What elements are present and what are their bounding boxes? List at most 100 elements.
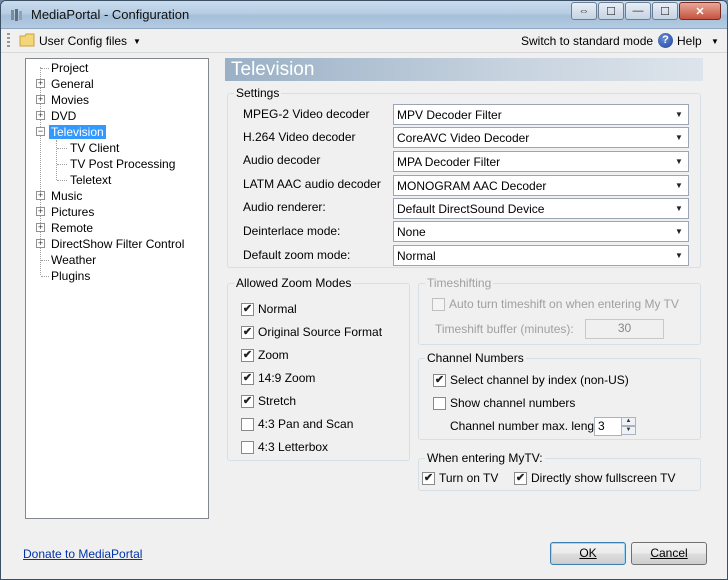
tree-item-tv-client[interactable]: TV Client	[70, 140, 119, 156]
tree-item-label: Teletext	[70, 173, 112, 187]
expand-icon[interactable]: +	[36, 95, 45, 104]
checkbox-fullscreen-tv[interactable]: ✔	[514, 472, 527, 485]
maximize-button[interactable]: ☐	[652, 2, 678, 20]
turn-on-tv-label: Turn on TV	[439, 471, 499, 485]
checkbox-show-channel-numbers[interactable]	[433, 397, 446, 410]
spin-down-icon[interactable]: ▼	[621, 426, 636, 435]
default-zoom-mode-label: Default zoom mode:	[243, 248, 351, 262]
collapse-icon[interactable]: −	[36, 127, 45, 136]
deinterlace-mode-label: Deinterlace mode:	[243, 224, 341, 238]
tree-item-music[interactable]: Music	[51, 188, 82, 204]
tree-item-weather[interactable]: Weather	[51, 252, 96, 268]
zoom-original-label: Original Source Format	[258, 325, 383, 339]
checkbox-pan-and-scan[interactable]	[241, 418, 254, 431]
tree-item-label: Weather	[51, 253, 97, 267]
tree-item-directshow-filter-control[interactable]: DirectShow Filter Control	[51, 236, 184, 252]
default-zoom-mode-select[interactable]: Normal ▼	[393, 245, 689, 266]
ok-button[interactable]: OK	[550, 542, 626, 565]
select-by-index-label: Select channel by index (non-US)	[450, 373, 629, 387]
checkbox-normal[interactable]: ✔	[241, 303, 254, 316]
expand-icon[interactable]: +	[36, 239, 45, 248]
expand-icon[interactable]: +	[36, 207, 45, 216]
checkbox-original-source-format[interactable]: ✔	[241, 326, 254, 339]
zoom-modes-group: Allowed Zoom Modes	[227, 276, 410, 461]
chevron-down-icon: ▼	[675, 110, 683, 119]
section-header: Television	[225, 58, 703, 81]
select-value: None	[397, 225, 426, 239]
checkbox-stretch[interactable]: ✔	[241, 395, 254, 408]
tree-item-teletext[interactable]: Teletext	[70, 172, 111, 188]
tree-item-project[interactable]: Project	[51, 60, 88, 76]
toolbar: User Config files ▼ Switch to standard m…	[1, 29, 727, 53]
h264-decoder-label: H.264 Video decoder	[243, 130, 356, 144]
restore-button[interactable]: ☐	[598, 2, 624, 20]
tree-connector	[57, 164, 67, 165]
ok-label: OK	[579, 546, 597, 560]
user-config-files-menu[interactable]: User Config files	[39, 34, 127, 48]
deinterlace-mode-select[interactable]: None ▼	[393, 221, 689, 242]
tree-item-movies[interactable]: Movies	[51, 92, 89, 108]
expand-icon[interactable]: +	[36, 79, 45, 88]
tree-item-pictures[interactable]: Pictures	[51, 204, 94, 220]
tree-item-general[interactable]: General	[51, 76, 94, 92]
entering-mytv-group-title: When entering MyTV:	[425, 451, 545, 465]
close-button[interactable]: ✕	[679, 2, 721, 20]
help-menu[interactable]: Help	[677, 34, 702, 48]
expand-icon[interactable]: +	[36, 191, 45, 200]
settings-tree[interactable]: Project + General + Movies + DVD − Telev…	[25, 58, 209, 519]
audio-renderer-select[interactable]: Default DirectSound Device ▼	[393, 198, 689, 219]
tree-item-label: Music	[51, 189, 83, 203]
context-help-button[interactable]: ⇔	[571, 2, 597, 20]
maximize-icon: ☐	[660, 5, 670, 18]
h264-decoder-select[interactable]: CoreAVC Video Decoder ▼	[393, 127, 689, 148]
mpeg2-decoder-select[interactable]: MPV Decoder Filter ▼	[393, 104, 689, 125]
max-length-input[interactable]: 3	[594, 417, 622, 436]
expand-icon[interactable]: +	[36, 111, 45, 120]
tree-item-dvd[interactable]: DVD	[51, 108, 76, 124]
donate-link[interactable]: Donate to MediaPortal	[23, 547, 142, 561]
fullscreen-tv-label: Directly show fullscreen TV	[531, 471, 676, 485]
cancel-button[interactable]: Cancel	[631, 542, 707, 565]
section-title: Television	[231, 59, 315, 80]
checkbox-select-by-index[interactable]: ✔	[433, 374, 446, 387]
chevron-down-icon: ▼	[675, 227, 683, 236]
title-bar: MediaPortal - Configuration ⇔ ☐ — ☐ ✕	[1, 1, 727, 29]
expand-icon[interactable]: +	[36, 223, 45, 232]
checkbox-letterbox[interactable]	[241, 441, 254, 454]
toolbar-grip-icon[interactable]	[7, 33, 10, 49]
checkbox-auto-timeshift[interactable]	[432, 298, 445, 311]
checkbox-turn-on-tv[interactable]: ✔	[422, 472, 435, 485]
select-value: MPV Decoder Filter	[397, 108, 502, 122]
checkbox-zoom[interactable]: ✔	[241, 349, 254, 362]
chevron-down-icon[interactable]: ▼	[133, 37, 141, 46]
tree-item-label: DirectShow Filter Control	[51, 237, 185, 251]
chevron-down-icon[interactable]: ▼	[711, 37, 719, 46]
tree-item-label: Movies	[51, 93, 90, 107]
tree-item-television[interactable]: Television	[49, 124, 106, 140]
tree-item-label: Plugins	[51, 269, 91, 283]
audio-decoder-select[interactable]: MPA Decoder Filter ▼	[393, 151, 689, 172]
checkbox-14-9-zoom[interactable]: ✔	[241, 372, 254, 385]
tree-item-tv-post-processing[interactable]: TV Post Processing	[70, 156, 175, 172]
latm-aac-decoder-select[interactable]: MONOGRAM AAC Decoder ▼	[393, 175, 689, 196]
close-icon: ✕	[695, 5, 705, 18]
tree-connector	[41, 260, 49, 261]
switch-mode-button[interactable]: Switch to standard mode	[521, 34, 653, 48]
resize-arrows-icon: ⇔	[578, 5, 590, 17]
tree-item-label: General	[51, 77, 94, 91]
latm-aac-decoder-label: LATM AAC audio decoder	[243, 177, 381, 191]
tree-item-remote[interactable]: Remote	[51, 220, 93, 236]
select-value: Normal	[397, 249, 436, 263]
tree-item-label: TV Post Processing	[70, 157, 176, 171]
tree-item-label: Remote	[51, 221, 94, 235]
max-length-label: Channel number max. length	[450, 419, 605, 433]
zoom-normal-label: Normal	[258, 302, 297, 316]
minimize-button[interactable]: —	[625, 2, 651, 20]
help-icon[interactable]: ?	[658, 33, 673, 48]
minimize-icon: —	[632, 5, 644, 17]
show-channel-numbers-label: Show channel numbers	[450, 396, 576, 410]
timeshift-buffer-input[interactable]: 30	[585, 319, 664, 339]
timeshift-buffer-label: Timeshift buffer (minutes):	[435, 322, 574, 336]
tree-item-plugins[interactable]: Plugins	[51, 268, 90, 284]
spin-up-icon[interactable]: ▲	[621, 417, 636, 426]
